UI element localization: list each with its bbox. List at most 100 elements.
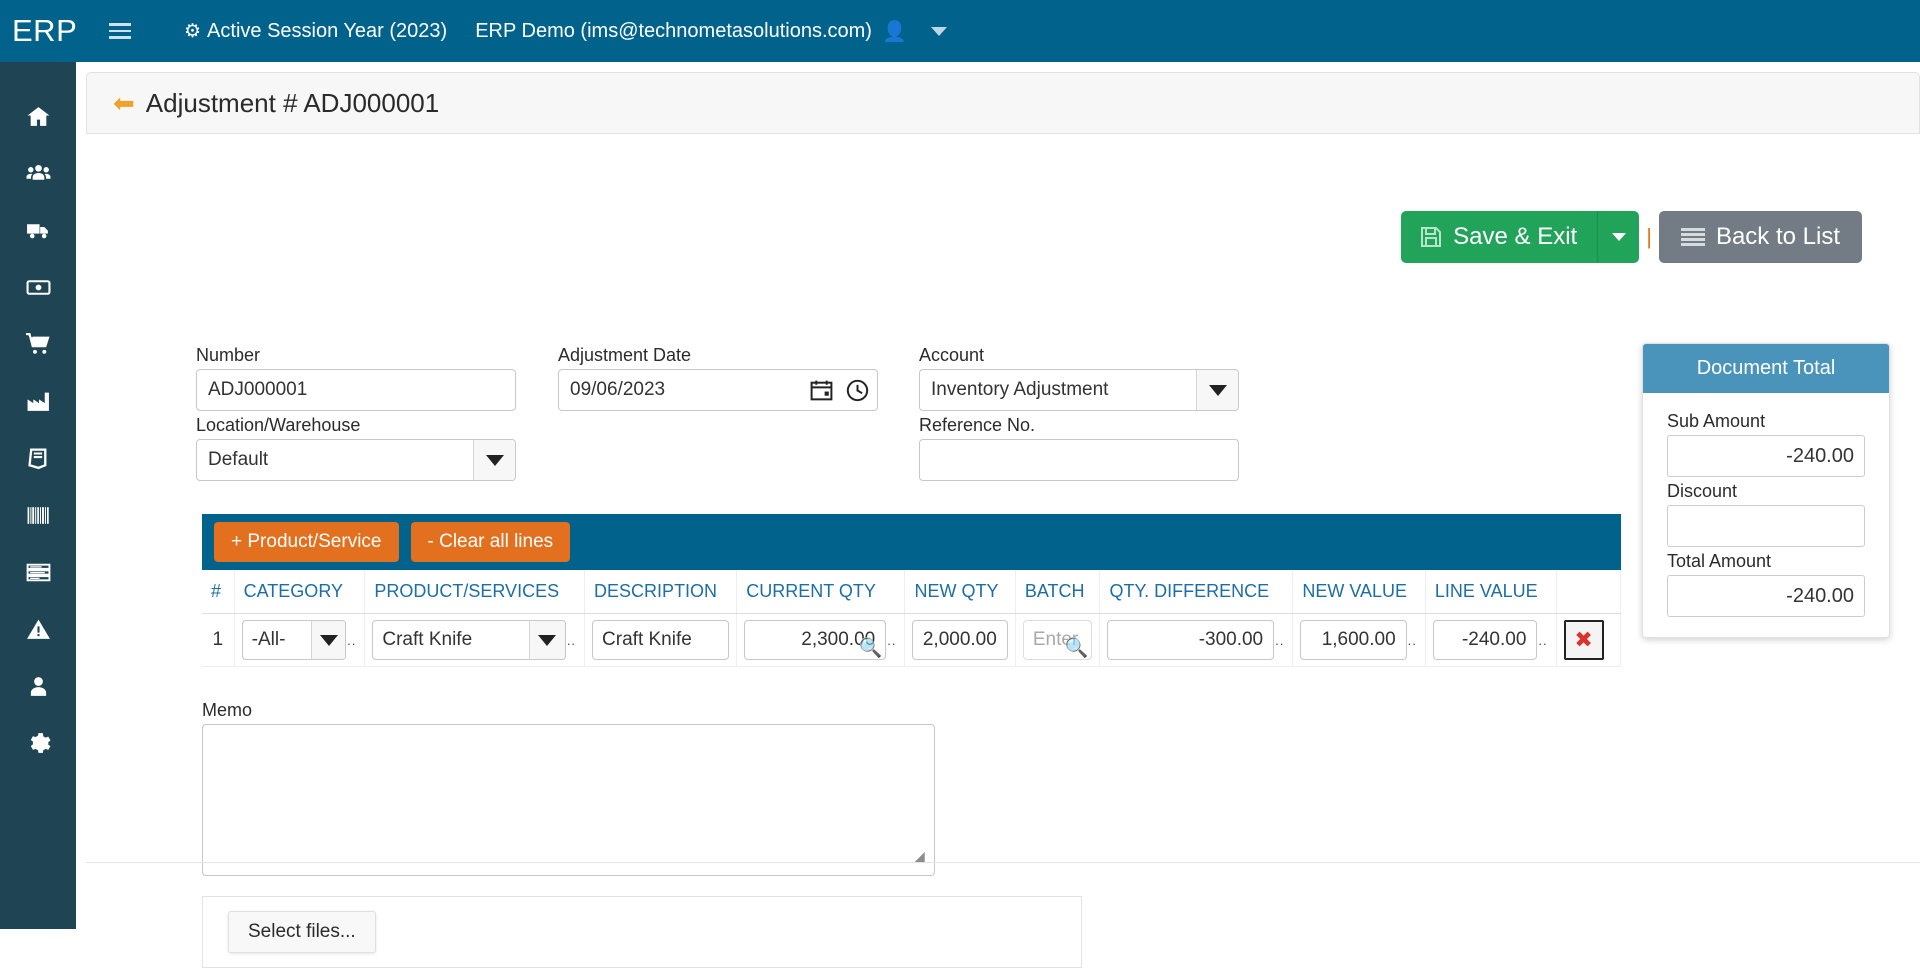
clock-icon[interactable]: [845, 378, 870, 403]
total-amount-value[interactable]: [1667, 575, 1865, 617]
sidebar-item-settings[interactable]: [0, 715, 76, 772]
table-body: 1 ..: [202, 613, 1622, 667]
batch-input[interactable]: [1022, 620, 1093, 660]
page-title: Adjustment # ADJ000001: [145, 87, 440, 118]
cell-new-qty: [904, 613, 1016, 667]
qty-difference-input[interactable]: [1107, 620, 1275, 660]
cell-category: ..: [234, 613, 366, 667]
cell-qty-difference: ..: [1099, 613, 1294, 667]
location-input[interactable]: [196, 439, 516, 481]
back-arrow-icon[interactable]: ⬅: [113, 88, 135, 119]
discount-label: Discount: [1667, 481, 1738, 501]
description-input[interactable]: [592, 620, 730, 660]
number-label: Number: [196, 345, 261, 365]
new-value-input[interactable]: [1300, 620, 1407, 660]
col-new-qty: NEW QTY: [904, 570, 1016, 614]
col-product: PRODUCT/SERVICES: [364, 570, 586, 614]
main-content: ⬅ Adjustment # ADJ000001 Save & Exit | B…: [76, 62, 1920, 968]
hamburger-icon[interactable]: [94, 23, 146, 39]
app-logo: ERP: [12, 13, 78, 48]
chevron-down-icon: [1611, 233, 1626, 241]
adjustment-date-wrapper: [558, 369, 878, 411]
location-label: Location/Warehouse: [196, 415, 361, 435]
top-navbar: ERP ⚙ Active Session Year (2023) ERP Dem…: [0, 0, 1920, 62]
save-and-exit-label: Save & Exit: [1453, 223, 1578, 250]
sidebar-item-alerts[interactable]: [0, 601, 76, 658]
product-ellipsis: ..: [566, 632, 577, 648]
action-button-group: Save & Exit | Back to List: [76, 211, 1910, 263]
product-dropdown-button[interactable]: [528, 621, 565, 659]
location-select-wrapper: [196, 439, 516, 481]
sub-amount-value[interactable]: [1667, 435, 1865, 477]
truck-icon: [26, 224, 48, 239]
clear-all-lines-button[interactable]: - Clear all lines: [410, 522, 571, 562]
caret-down-icon: [485, 454, 504, 466]
chevron-down-icon[interactable]: [930, 26, 947, 36]
reference-no-field-group: Reference No.: [919, 415, 1239, 481]
new-qty-input[interactable]: [912, 620, 1008, 660]
col-description: DESCRIPTION: [584, 570, 738, 614]
col-batch: BATCH: [1015, 570, 1101, 614]
line-items-table: # CATEGORY PRODUCT/SERVICES DESCRIPTION …: [202, 570, 1622, 667]
line-value-input[interactable]: [1432, 620, 1538, 660]
account-label: Account: [919, 345, 985, 365]
number-input[interactable]: [196, 369, 516, 411]
sidebar-item-customers[interactable]: [0, 145, 76, 202]
reference-no-input[interactable]: [919, 439, 1239, 481]
hamburger-bar: [109, 23, 131, 26]
sidebar-item-home[interactable]: [0, 88, 76, 145]
cell-product: ..: [364, 613, 586, 667]
adjustment-date-label: Adjustment Date: [558, 345, 692, 365]
calendar-icon[interactable]: [809, 378, 834, 403]
sidebar-item-account[interactable]: [0, 658, 76, 715]
file-drop-zone[interactable]: Select files...: [202, 896, 1082, 968]
list-icon: [1680, 227, 1705, 247]
save-options-dropdown[interactable]: [1597, 211, 1640, 263]
location-field-group: Location/Warehouse: [196, 415, 516, 481]
cell-actions: ✖: [1556, 613, 1622, 667]
sidebar-item-sales[interactable]: [0, 316, 76, 373]
sidebar-item-ledger[interactable]: [0, 430, 76, 487]
active-session-year[interactable]: ⚙ Active Session Year (2023): [184, 20, 447, 43]
document-total-panel: Document Total Sub Amount Discount Total…: [1642, 343, 1890, 638]
account-field-group: Account: [919, 345, 1239, 411]
user-menu[interactable]: ERP Demo (ims@technometasolutions.com) 👤: [475, 19, 947, 44]
add-product-service-button[interactable]: + Product/Service: [214, 522, 399, 562]
reference-no-label: Reference No.: [919, 415, 1036, 435]
memo-textarea[interactable]: [202, 724, 935, 876]
money-bill-icon: [26, 280, 50, 295]
account-dropdown-button[interactable]: [1196, 370, 1238, 410]
save-and-exit-button[interactable]: Save & Exit: [1401, 211, 1598, 263]
gear-icon: [30, 733, 50, 753]
category-dropdown-button[interactable]: [311, 621, 346, 659]
list-lines-icon: [26, 563, 50, 582]
hamburger-bar: [109, 29, 131, 33]
select-files-button[interactable]: Select files...: [228, 911, 376, 953]
date-field-icons: [809, 369, 870, 411]
sidebar-item-shipping[interactable]: [0, 202, 76, 259]
location-dropdown-button[interactable]: [473, 440, 515, 480]
back-to-list-label: Back to List: [1715, 223, 1840, 250]
line-items-toolbar: + Product/Service - Clear all lines: [202, 514, 1621, 570]
sidebar-item-finance[interactable]: [0, 259, 76, 316]
account-input[interactable]: [919, 369, 1239, 411]
sidebar-item-inventory[interactable]: [0, 487, 76, 544]
cell-batch: 🔍: [1015, 613, 1101, 667]
col-new-value: NEW VALUE: [1292, 570, 1426, 614]
factory-icon: [27, 392, 49, 411]
account-select-wrapper: [919, 369, 1239, 411]
memo-section: Memo ◢ Select files...: [202, 700, 1621, 968]
users-icon: [26, 164, 50, 180]
back-to-list-button[interactable]: Back to List: [1658, 211, 1862, 263]
delete-row-button[interactable]: ✖: [1563, 620, 1604, 660]
new-value-ellipsis: ..: [1407, 632, 1417, 648]
sidebar-item-manufacturing[interactable]: [0, 373, 76, 430]
sidebar-item-reports[interactable]: [0, 544, 76, 601]
page-header: ⬅ Adjustment # ADJ000001: [86, 72, 1920, 134]
table-row: 1 ..: [202, 613, 1622, 667]
floppy-disk-icon: [1419, 225, 1443, 249]
current-qty-input[interactable]: [744, 620, 887, 660]
hamburger-bar: [109, 36, 131, 39]
discount-input[interactable]: [1667, 505, 1865, 547]
document-total-title: Document Total: [1643, 344, 1889, 393]
